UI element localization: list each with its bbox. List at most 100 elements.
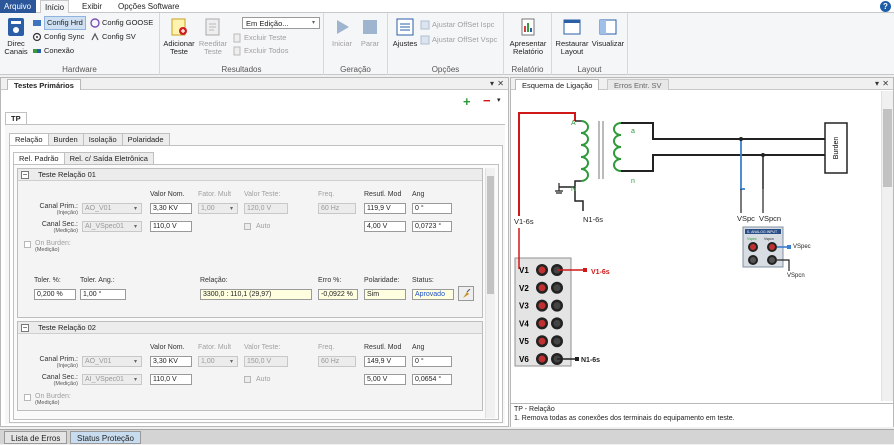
collapse-icon[interactable]: − (21, 324, 29, 332)
excluir-teste-button[interactable]: Excluir Teste (232, 32, 286, 44)
remove-icon[interactable]: − (483, 93, 491, 108)
apresentar-relatorio-button[interactable]: Apresentar Relatório (506, 16, 550, 56)
group-geracao: Iniciar Parar Geração (324, 13, 388, 75)
subtab-strip: Rel. Padrão Rel. c/ Saída Eletrônica (13, 152, 154, 164)
secondary-wire-n (621, 154, 827, 172)
toler-pct-input[interactable]: 0,200 % (34, 289, 76, 300)
collapse-icon[interactable]: − (21, 171, 29, 179)
canal-sec-select[interactable]: AI_VSpec01 ▾ (82, 374, 142, 385)
on-burden-checkbox[interactable] (24, 394, 31, 401)
label-ang: Ang (412, 191, 425, 198)
tab-testes-primarios[interactable]: Testes Primários (7, 79, 81, 90)
auto-label: Auto (256, 223, 271, 230)
tp-tabstrip: TP (5, 112, 27, 124)
scrollbar-thumb[interactable] (487, 176, 494, 294)
auto-checkbox[interactable] (244, 376, 251, 383)
canal-sec-select[interactable]: AI_VSpec01 ▾ (82, 221, 142, 232)
tab-status-protecao[interactable]: Status Proteção (70, 431, 141, 444)
status-dropdown[interactable]: Em Edição... ▾ (242, 17, 320, 29)
tab-rel-padrao[interactable]: Rel. Padrão (13, 152, 65, 164)
toler-ang-input[interactable]: 1,00 ° (80, 289, 126, 300)
valor-teste-input[interactable]: 120,0 V (244, 203, 288, 214)
on-burden-label: On Burden: (Medição) (35, 393, 71, 406)
config-goose-label: Config GOOSE (102, 18, 154, 27)
iniciar-button[interactable]: Iniciar (328, 16, 356, 48)
panel-dropdown-icon[interactable]: ▾ (875, 78, 879, 90)
offset-ispc-button[interactable]: Ajustar OffSet Ispc (420, 19, 494, 31)
ang-sec: 0,0723 ° (412, 221, 452, 232)
view-icon (597, 16, 619, 38)
label-n1-6s: N1-6s (583, 215, 603, 224)
analog-out-vspcn: VSpcn (787, 273, 805, 279)
panel-close-icon[interactable]: ✕ (497, 78, 504, 90)
menu-opcoes-software[interactable]: Opções Software (114, 0, 183, 13)
tab-tp[interactable]: TP (5, 112, 27, 124)
config-sync-button[interactable]: Config Sync (32, 31, 84, 43)
menu-exibir[interactable]: Exibir (78, 0, 106, 13)
conexao-button[interactable]: Conexão (32, 45, 74, 57)
tab-burden[interactable]: Burden (47, 133, 84, 145)
help-icon[interactable]: ? (880, 1, 891, 12)
test-1-header: − Teste Relação 01 (18, 169, 482, 181)
adicionar-label: Adicionar Teste (163, 39, 195, 56)
reeditar-teste-button[interactable]: Reeditar Teste (196, 16, 230, 56)
group-label-opcoes: Opções (431, 65, 460, 74)
options-chevron-icon[interactable]: ▾ (497, 96, 501, 104)
tab-isolacao[interactable]: Isolação (82, 133, 123, 145)
visualizar-button[interactable]: Visualizar (590, 16, 626, 48)
scrollbar-thumb[interactable] (883, 109, 892, 187)
label-freq: Freq. (318, 344, 335, 351)
config-goose-button[interactable]: Config GOOSE (90, 17, 153, 29)
tab-erros-sv[interactable]: Erros Entr. SV (607, 79, 669, 90)
canal-prim-select[interactable]: AO_V01 ▾ (82, 203, 142, 214)
reedit-test-icon (202, 16, 224, 38)
valor-nom-prim-input[interactable]: 3,30 KV (150, 203, 192, 214)
tab-relacao[interactable]: Relação (9, 133, 49, 145)
status-bar: Lista de Erros Status Proteção (0, 429, 894, 444)
adicionar-teste-button[interactable]: Adicionar Teste (162, 16, 196, 56)
fator-mult-select[interactable]: 1,00 ▾ (198, 203, 238, 214)
config-hrd-button[interactable]: Config Hrd (32, 16, 86, 30)
panel-close-icon[interactable]: ✕ (882, 78, 889, 90)
right-scrollbar[interactable] (881, 91, 893, 401)
delete-all-icon (232, 46, 242, 56)
tab-lista-erros[interactable]: Lista de Erros (4, 431, 68, 444)
valor-nom-prim-input[interactable]: 3,30 KV (150, 356, 192, 367)
on-burden-checkbox[interactable] (24, 241, 31, 248)
parar-button[interactable]: Parar (356, 16, 384, 48)
menu-inicio[interactable]: Início (40, 0, 70, 13)
clear-result-button[interactable] (458, 286, 474, 301)
tab-polaridade[interactable]: Polaridade (121, 133, 170, 145)
offset-vspc-button[interactable]: Ajustar OffSet Vspc (420, 34, 497, 46)
menu-arquivo[interactable]: Arquivo (0, 0, 36, 13)
stop-icon (359, 16, 381, 38)
excluir-todos-button[interactable]: Excluir Todos (232, 45, 288, 57)
terminal-label: V6 (519, 355, 529, 364)
testes-primarios-panel: Testes Primários ▾ ✕ + − ▾ TP Relação Bu… (0, 77, 509, 427)
tab-esquema-ligacao[interactable]: Esquema de Ligação (515, 79, 600, 90)
freq-input[interactable]: 60 Hz (318, 203, 356, 214)
restaurar-layout-button[interactable]: Restaurar Layout (554, 16, 590, 56)
canal-prim-select[interactable]: AO_V01 ▾ (82, 356, 142, 367)
left-scrollbar[interactable] (485, 168, 495, 418)
test-2-header: − Teste Relação 02 (18, 322, 482, 334)
valor-nom-sec-input[interactable]: 110,0 V (150, 374, 192, 385)
term-v1-label: V1-6s (591, 269, 610, 276)
freq-input[interactable]: 60 Hz (318, 356, 356, 367)
config-sync-label: Config Sync (44, 32, 85, 41)
valor-nom-sec-input[interactable]: 110,0 V (150, 221, 192, 232)
add-icon[interactable]: + (463, 94, 471, 109)
fator-mult-select[interactable]: 1,00 ▾ (198, 356, 238, 367)
label-v1-6s: V1-6s (514, 217, 534, 226)
auto-checkbox[interactable] (244, 223, 251, 230)
ajustes-button[interactable]: Ajustes (391, 16, 419, 48)
panel-dropdown-icon[interactable]: ▾ (490, 78, 494, 90)
result-mod-prim: 119,9 V (364, 203, 406, 214)
tab-rel-saida-eletronica[interactable]: Rel. c/ Saída Eletrônica (63, 152, 154, 164)
label-valor-nom: Valor Nom. (150, 344, 185, 351)
direc-canais-button[interactable]: Direc Canais (2, 16, 30, 56)
valor-teste-input[interactable]: 150,0 V (244, 356, 288, 367)
config-sv-button[interactable]: Config SV (90, 31, 136, 43)
group-relatorio: Apresentar Relatório Relatório (504, 13, 552, 75)
label-result-mod: Resutl. Mod (364, 191, 402, 198)
